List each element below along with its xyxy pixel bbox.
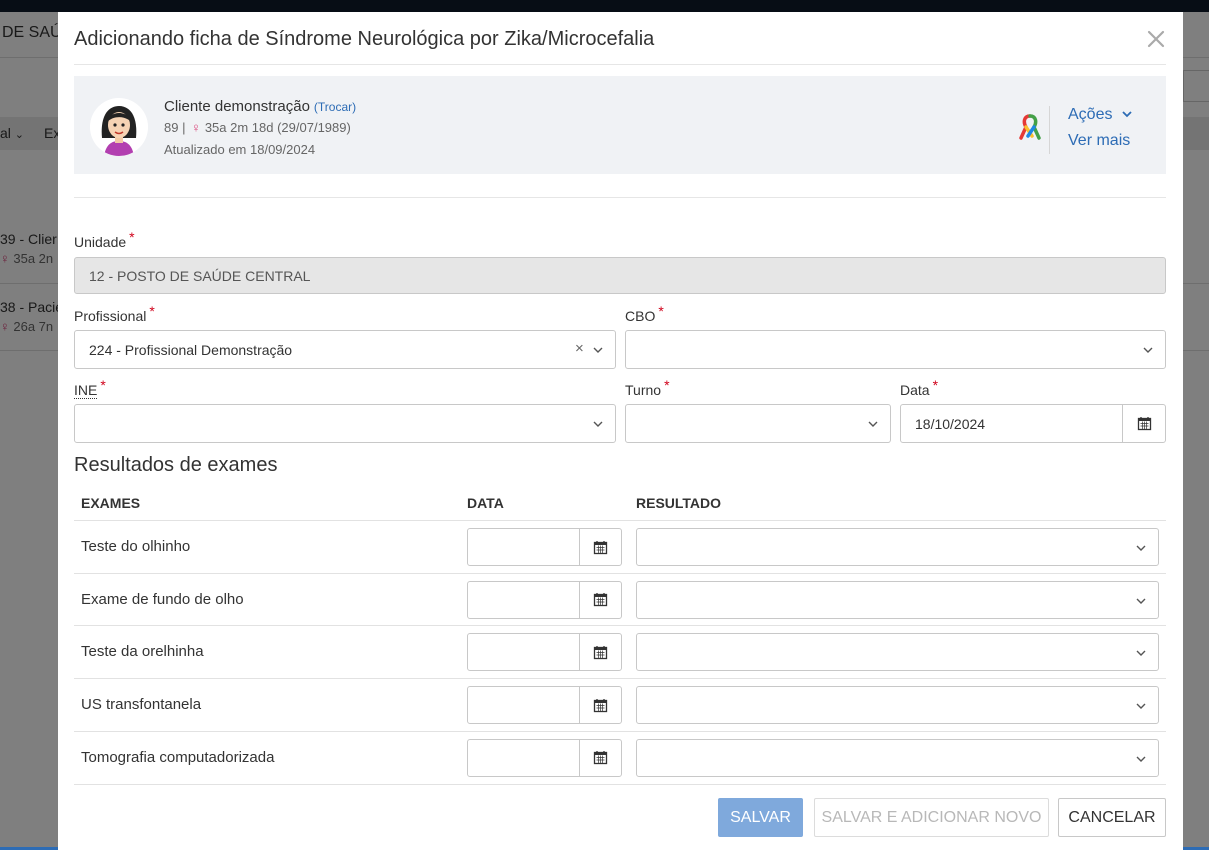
divider [74,572,1166,574]
calendar-icon [593,540,608,554]
exam-name: Teste da orelhinha [81,643,204,661]
chevron-down-icon [593,347,603,353]
divider [74,197,1166,198]
calendar-icon [593,645,608,660]
column-header-exams: EXAMES [81,495,141,511]
exam-name: Teste do olhinho [81,538,191,555]
chevron-down-icon [1136,598,1146,604]
patient-updated: Atualizado em 18/09/2024 [164,142,316,157]
exams-section-title: Resultados de exames [74,454,278,476]
patient-card: Cliente demonstração (Trocar) 89 | ♀ 35a 2… [74,76,1166,174]
chevron-down-icon [1136,545,1146,551]
calendar-button[interactable] [579,687,621,724]
cbo-select[interactable] [625,330,1166,369]
chevron-down-icon [593,421,603,427]
turno-label: Turno * [625,377,670,398]
exam-result-select[interactable] [636,528,1159,566]
exam-date-input[interactable] [467,528,622,566]
female-icon: ♀ [191,120,201,135]
avatar [90,98,148,156]
column-header-date: DATA [467,495,504,511]
divider [74,783,1166,785]
modal-dialog: Adicionando ficha de Síndrome Neurológic… [58,12,1183,850]
exam-date-input[interactable] [467,580,622,619]
exam-result-select[interactable] [636,738,1159,777]
awareness-ribbon-icon [1018,114,1042,142]
column-header-result: RESULTADO [636,495,722,511]
profissional-select[interactable]: 224 - Profissional Demonstração × [74,330,616,369]
divider [74,64,1166,65]
actions-dropdown[interactable]: Ações [1068,106,1133,124]
exam-result-select[interactable] [636,686,1159,725]
exam-name: US transfontanela [81,696,202,714]
chevron-down-icon [1136,650,1146,657]
save-button[interactable]: SALVAR [718,798,803,837]
divider [74,520,1166,521]
cancel-button[interactable]: CANCELAR [1058,798,1166,837]
calendar-icon [593,751,608,765]
clear-icon[interactable]: × [575,340,584,357]
patient-name: Cliente demonstração (Trocar) [164,98,357,115]
exam-date-input[interactable] [467,686,622,725]
profissional-label: Profissional * [74,303,155,324]
exam-name: Exame de fundo de olho [81,590,244,608]
ine-label: INE * [74,377,106,399]
calendar-icon [1137,417,1151,431]
divider [1049,106,1050,154]
calendar-button[interactable] [579,739,621,776]
calendar-button[interactable] [579,581,621,618]
divider [74,678,1166,680]
chevron-down-icon [868,421,878,427]
calendar-button[interactable] [579,634,621,671]
exam-date-input[interactable] [467,738,622,777]
cbo-label: CBO * [625,303,664,324]
data-input[interactable]: 18/10/2024 [900,404,1166,443]
divider [74,625,1166,627]
chevron-down-icon [1122,111,1132,118]
close-icon[interactable] [1144,24,1168,52]
chevron-down-icon [1136,703,1146,710]
exam-date-input[interactable] [467,633,622,672]
calendar-button[interactable] [1122,405,1165,442]
modal-title: Adicionando ficha de Síndrome Neurológic… [74,28,655,50]
calendar-button[interactable] [579,529,621,565]
save-and-add-new-button[interactable]: SALVAR E ADICIONAR NOVO [814,798,1049,837]
exam-result-select[interactable] [636,633,1159,672]
exam-name: Tomografia computadorizada [81,748,275,766]
see-more-link[interactable]: Ver mais [1068,132,1130,150]
swap-patient-link[interactable]: (Trocar) [314,100,356,114]
patient-info: 89 | ♀ 35a 2m 18d (29/07/1989) [164,120,351,135]
divider [74,730,1166,732]
ine-select[interactable] [74,404,616,443]
exam-result-select[interactable] [636,580,1159,619]
chevron-down-icon [1136,756,1146,762]
unidade-field: 12 - POSTO DE SAÚDE CENTRAL [74,257,1166,294]
calendar-icon [593,593,608,607]
chevron-down-icon [1143,347,1153,353]
unidade-label: Unidade * [74,229,135,250]
calendar-icon [593,698,608,712]
data-label: Data * [900,377,939,398]
turno-select[interactable] [625,404,891,443]
